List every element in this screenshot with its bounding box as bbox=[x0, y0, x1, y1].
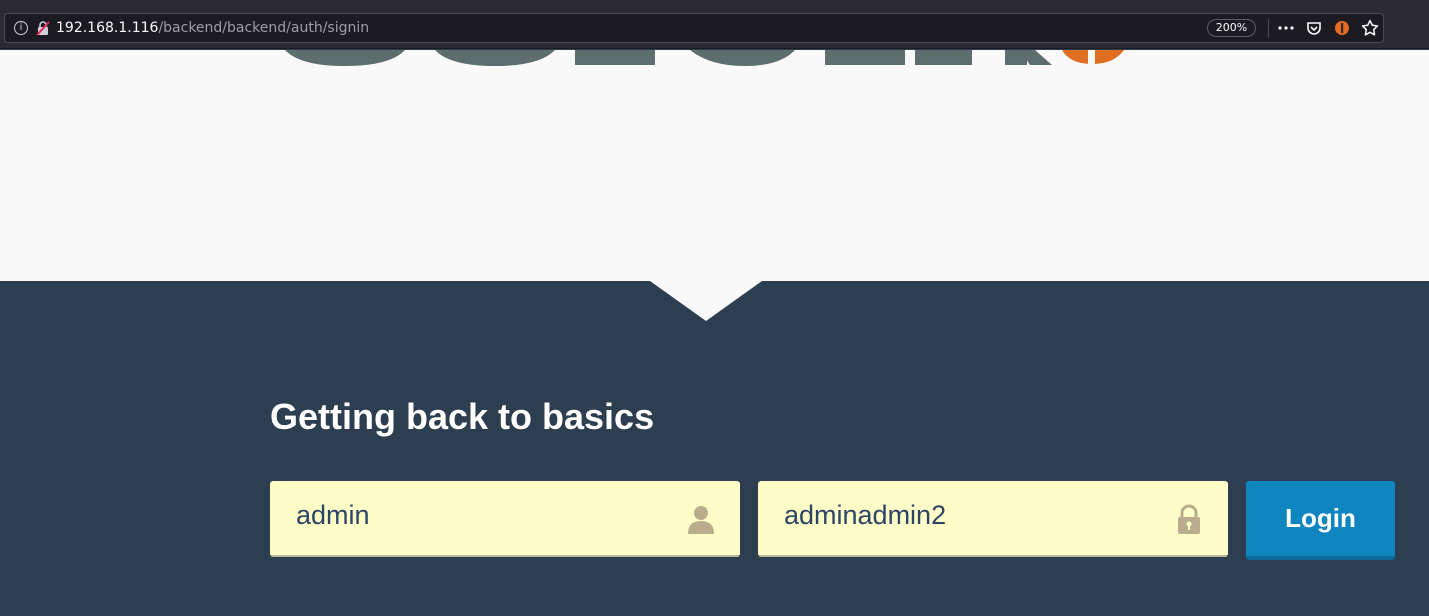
url-host: 192.168.1.116 bbox=[56, 20, 159, 36]
address-bar[interactable]: i 192.168.1.116/backend/backend/auth/sig… bbox=[4, 13, 1384, 43]
extension-icon[interactable] bbox=[1332, 18, 1352, 38]
info-icon[interactable]: i bbox=[14, 21, 28, 35]
browser-toolbar: i 192.168.1.116/backend/backend/auth/sig… bbox=[0, 0, 1429, 49]
bookmark-star-icon[interactable] bbox=[1360, 18, 1380, 38]
username-value: admin bbox=[296, 500, 370, 530]
url-text: 192.168.1.116/backend/backend/auth/signi… bbox=[56, 20, 369, 37]
login-button[interactable]: Login bbox=[1246, 481, 1395, 560]
url-path: /backend/backend/auth/signin bbox=[158, 20, 370, 36]
zoom-indicator[interactable]: 200% bbox=[1207, 19, 1256, 37]
tagline: Getting back to basics bbox=[270, 396, 655, 437]
insecure-lock-icon[interactable] bbox=[35, 20, 51, 36]
toolbar-separator bbox=[1268, 19, 1269, 38]
password-value: adminadmin2 bbox=[784, 500, 947, 530]
hero-section bbox=[0, 50, 1429, 281]
username-field[interactable]: admin bbox=[270, 481, 740, 557]
password-field[interactable]: adminadmin2 bbox=[758, 481, 1228, 557]
pocket-icon[interactable] bbox=[1304, 18, 1324, 38]
more-icon[interactable] bbox=[1276, 18, 1296, 38]
lock-icon bbox=[1178, 504, 1200, 534]
site-logo bbox=[285, 50, 1124, 66]
user-icon bbox=[688, 506, 714, 534]
hero-notch bbox=[650, 281, 762, 321]
